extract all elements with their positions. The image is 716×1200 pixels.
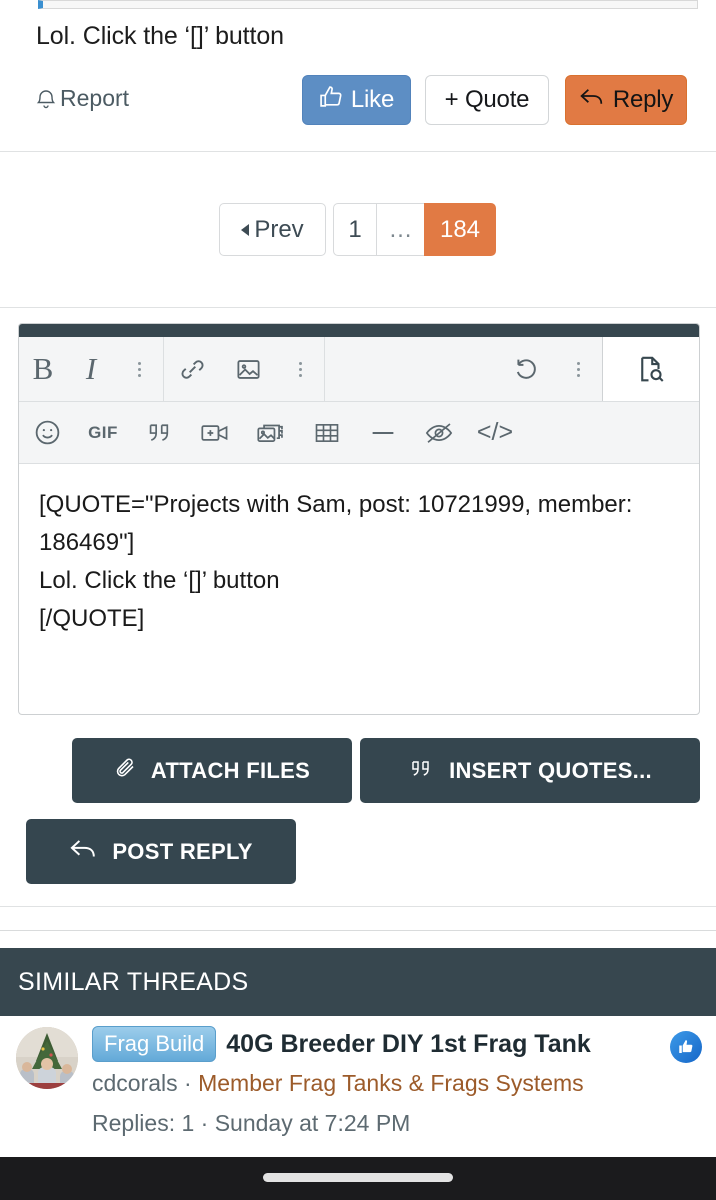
pagination-ellipsis: … bbox=[376, 203, 425, 256]
caret-left-icon bbox=[241, 223, 250, 236]
link-icon[interactable] bbox=[164, 337, 220, 401]
bold-icon[interactable]: B bbox=[19, 337, 67, 401]
quote-block-partial bbox=[38, 0, 698, 9]
preview-icon[interactable] bbox=[602, 337, 699, 401]
paperclip-icon bbox=[114, 756, 138, 786]
home-indicator[interactable] bbox=[263, 1173, 453, 1182]
toolbar-separator-2 bbox=[324, 337, 325, 401]
reply-button[interactable]: Reply bbox=[565, 75, 687, 125]
like-button[interactable]: Like bbox=[302, 75, 411, 125]
table-icon[interactable] bbox=[299, 402, 355, 463]
similar-threads-title: SIMILAR THREADS bbox=[18, 967, 249, 996]
editor-toolbar-row-1: B I bbox=[19, 337, 699, 402]
spoiler-icon[interactable] bbox=[411, 402, 467, 463]
undo-icon[interactable] bbox=[498, 337, 554, 401]
post-action-row: Report Like + Quote Reply bbox=[0, 75, 716, 130]
attach-files-button[interactable]: ATTACH FILES bbox=[72, 738, 352, 803]
toolbar-group-insert bbox=[164, 337, 324, 401]
pagination-prev-button[interactable]: Prev bbox=[219, 203, 326, 256]
insert-quotes-button[interactable]: INSERT QUOTES... bbox=[360, 738, 700, 803]
thread-prefix-badge[interactable]: Frag Build bbox=[92, 1026, 217, 1062]
reply-label: Reply bbox=[612, 86, 674, 113]
forum-thread-page: Lol. Click the ‘[]’ button Report Like +… bbox=[0, 0, 716, 1200]
divider-editor-top bbox=[0, 307, 716, 308]
more-text-options-icon[interactable] bbox=[115, 337, 163, 401]
bell-icon bbox=[36, 88, 56, 110]
avatar[interactable] bbox=[16, 1027, 78, 1089]
image-icon[interactable] bbox=[220, 337, 276, 401]
system-navigation-bar bbox=[0, 1157, 716, 1200]
more-history-options-icon[interactable] bbox=[554, 337, 602, 401]
attach-files-label: ATTACH FILES bbox=[150, 757, 311, 783]
thread-category-link[interactable]: Member Frag Tanks & Frags Systems bbox=[198, 1070, 584, 1096]
similar-thread-title-row: Frag Build 40G Breeder DIY 1st Frag Tank bbox=[92, 1026, 706, 1062]
report-button[interactable]: Report bbox=[36, 85, 129, 112]
reply-arrow-icon bbox=[69, 836, 99, 868]
reply-editor: B I GIF </> [QUOTE="Projects with Sam, p… bbox=[18, 323, 700, 715]
thread-replies-meta: Replies: 1 · Sunday at 7:24 PM bbox=[92, 1110, 411, 1136]
post-body-text: Lol. Click the ‘[]’ button bbox=[36, 22, 284, 50]
editor-top-bar bbox=[19, 324, 699, 337]
editor-toolbar-row-2: GIF </> bbox=[19, 402, 699, 464]
italic-icon[interactable]: I bbox=[67, 337, 115, 401]
thread-author[interactable]: cdcorals bbox=[92, 1070, 178, 1096]
divider-similar-threads bbox=[0, 930, 716, 931]
report-label: Report bbox=[60, 85, 130, 111]
thread-like-badge-icon bbox=[670, 1031, 702, 1063]
reply-arrow-icon bbox=[579, 85, 606, 116]
pagination-prev-label: Prev bbox=[254, 215, 304, 243]
editor-textarea[interactable]: [QUOTE="Projects with Sam, post: 1072199… bbox=[19, 464, 699, 648]
thread-meta-separator: · bbox=[177, 1070, 199, 1096]
divider-bottom bbox=[0, 906, 716, 907]
quote-marks-icon bbox=[408, 756, 436, 786]
like-label: Like bbox=[350, 86, 395, 113]
post-reply-button[interactable]: POST REPLY bbox=[26, 819, 296, 884]
insert-video-icon[interactable] bbox=[187, 402, 243, 463]
gif-icon[interactable]: GIF bbox=[75, 402, 131, 463]
similar-thread-item[interactable]: Frag Build 40G Breeder DIY 1st Frag Tank… bbox=[0, 1026, 716, 1154]
thumbs-up-icon bbox=[319, 84, 344, 116]
insert-quotes-label: INSERT QUOTES... bbox=[449, 757, 652, 783]
quote-label: + Quote bbox=[444, 86, 530, 113]
more-insert-options-icon[interactable] bbox=[276, 337, 324, 401]
similar-threads-header: SIMILAR THREADS bbox=[0, 948, 716, 1016]
quote-icon[interactable] bbox=[131, 402, 187, 463]
code-icon[interactable]: </> bbox=[467, 402, 523, 463]
emoji-icon[interactable] bbox=[19, 402, 75, 463]
pagination-current-page[interactable]: 184 bbox=[424, 203, 496, 256]
quote-button[interactable]: + Quote bbox=[425, 75, 549, 125]
gallery-icon[interactable] bbox=[243, 402, 299, 463]
divider-top bbox=[0, 151, 716, 152]
thread-title-link[interactable]: 40G Breeder DIY 1st Frag Tank bbox=[226, 1030, 591, 1059]
toolbar-group-history bbox=[498, 337, 602, 401]
post-reply-label: POST REPLY bbox=[112, 838, 253, 864]
thread-author-row: cdcorals · Member Frag Tanks & Frags Sys… bbox=[92, 1070, 584, 1097]
pagination: Prev 1 … 184 bbox=[0, 203, 716, 256]
pagination-page-1[interactable]: 1 bbox=[333, 203, 377, 256]
toolbar-group-text: B I bbox=[19, 337, 163, 401]
horizontal-rule-icon[interactable] bbox=[355, 402, 411, 463]
